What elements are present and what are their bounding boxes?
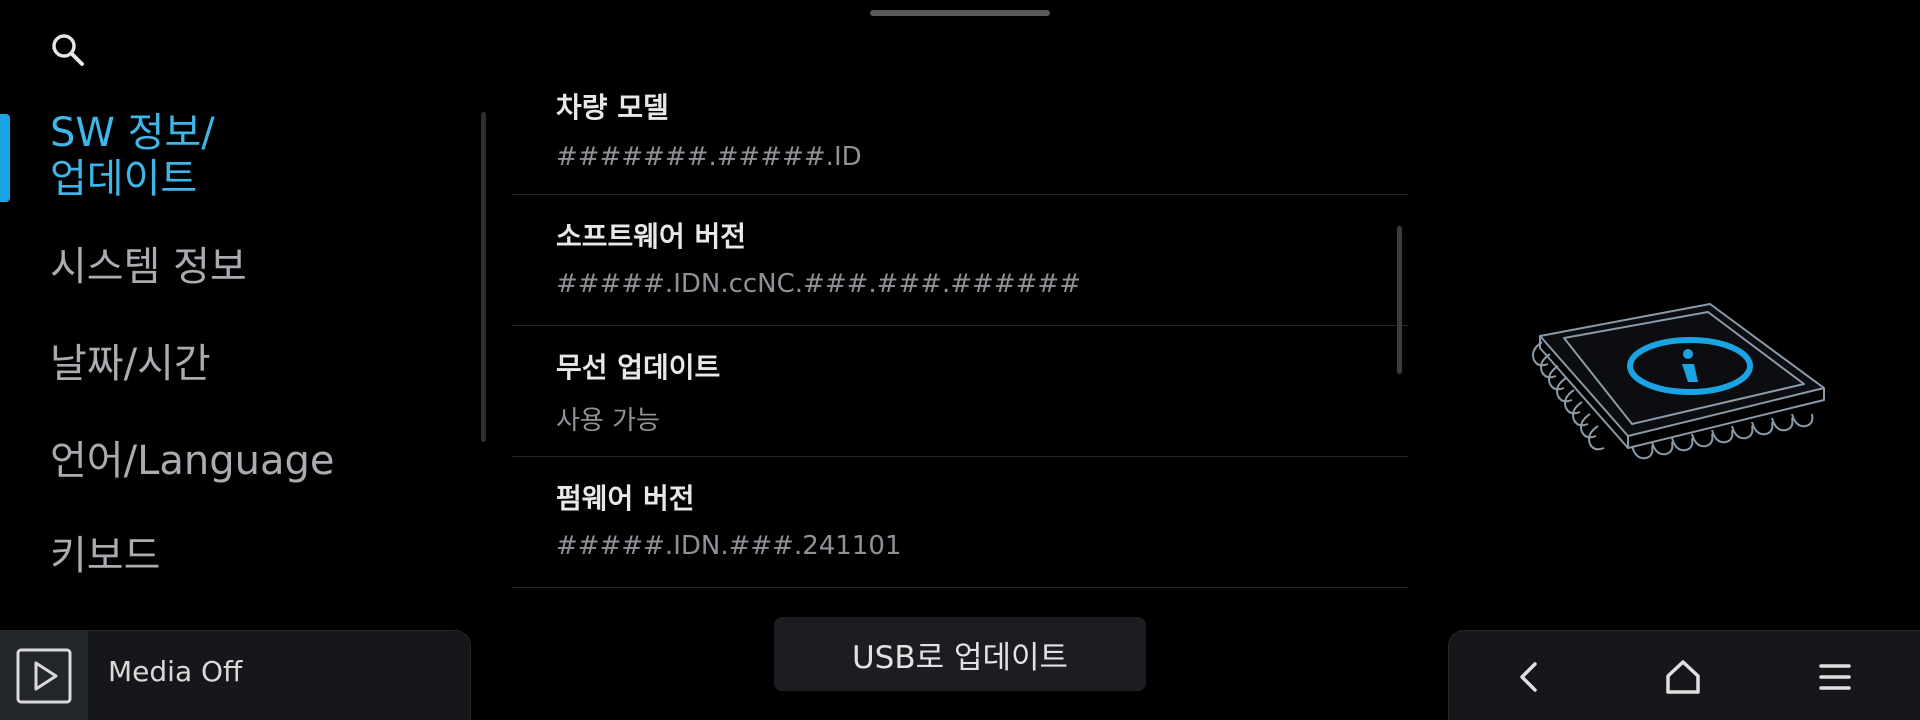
menu-button[interactable] [1807, 649, 1863, 705]
active-indicator [0, 114, 10, 202]
home-button[interactable] [1655, 649, 1711, 705]
search-icon [52, 34, 84, 66]
row-value: #######.#####.ID [556, 142, 862, 172]
media-status-label: Media Off [108, 655, 243, 688]
list-item-firmware-version: 펌웨어 버전 #####.IDN.###.241101 [512, 457, 1408, 588]
row-value: 사용 가능 [556, 406, 660, 436]
list-item-vehicle-model: 차량 모델 #######.#####.ID [512, 66, 1408, 195]
row-title: 펌웨어 버전 [556, 482, 695, 515]
home-icon [1666, 660, 1700, 694]
settings-screen: SW 정보/ 업데이트 시스템 정보 날짜/시간 언어/Language 키보드… [0, 0, 1920, 720]
back-button[interactable] [1501, 649, 1557, 705]
sidebar-item-label: SW 정보/ [50, 110, 215, 156]
sidebar-item-label: 업데이트 [50, 156, 198, 202]
nav-bar [1448, 630, 1920, 720]
media-bar[interactable]: Media Off [0, 630, 471, 720]
back-icon [1520, 662, 1537, 692]
sidebar-item-label: 날짜/시간 [50, 341, 211, 387]
info-list: 차량 모델 #######.#####.ID 소프트웨어 버전 #####.ID… [512, 66, 1408, 588]
sidebar-item-label: 언어/Language [50, 438, 335, 484]
usb-update-button[interactable]: USB로 업데이트 [774, 617, 1146, 691]
list-item-ota-update[interactable]: 무선 업데이트 사용 가능 [512, 326, 1408, 457]
row-value: #####.IDN.###.241101 [556, 531, 902, 561]
sidebar-item-label: 키보드 [50, 533, 161, 579]
row-title: 소프트웨어 버전 [556, 220, 747, 253]
list-scrollbar[interactable] [1397, 226, 1402, 374]
drag-handle[interactable] [870, 10, 1050, 16]
row-title: 무선 업데이트 [556, 351, 721, 384]
sidebar-item-language[interactable]: 언어/Language [50, 438, 334, 484]
sidebar-item-sw-info-update[interactable]: SW 정보/ 업데이트 [50, 110, 215, 202]
sidebar-item-system-info[interactable]: 시스템 정보 [50, 244, 247, 290]
sidebar-item-keyboard[interactable]: 키보드 [50, 533, 160, 579]
sidebar-scrollbar[interactable] [481, 112, 486, 442]
row-value: #####.IDN.ccNC.###.###.###### [556, 269, 1082, 299]
menu-icon [1819, 664, 1851, 690]
sidebar-item-date-time[interactable]: 날짜/시간 [50, 341, 211, 387]
sidebar-item-label: 시스템 정보 [50, 244, 247, 290]
list-item-software-version: 소프트웨어 버전 #####.IDN.ccNC.###.###.###### [512, 195, 1408, 326]
play-icon [16, 648, 72, 704]
row-title: 차량 모델 [556, 91, 669, 124]
chip-info-icon [1532, 303, 1825, 460]
search-button[interactable] [44, 26, 92, 74]
media-play-button[interactable] [0, 631, 88, 720]
sidebar-menu: SW 정보/ 업데이트 시스템 정보 날짜/시간 언어/Language 키보드 [0, 100, 470, 600]
